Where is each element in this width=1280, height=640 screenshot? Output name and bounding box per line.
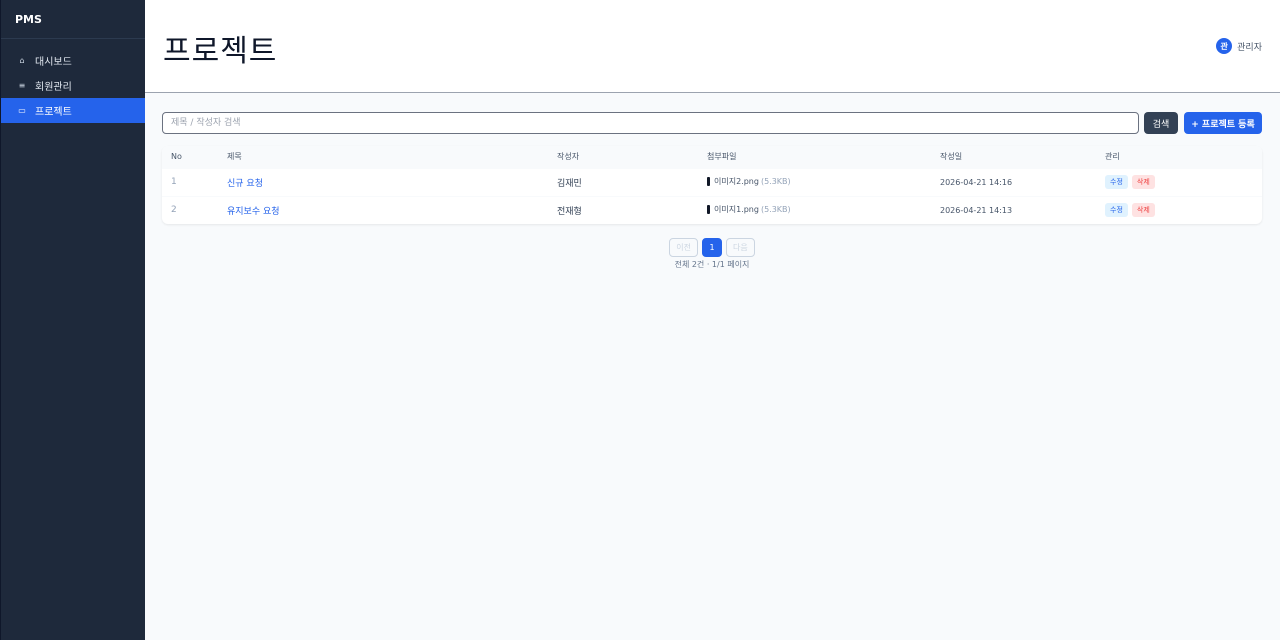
column-header-title: 제목 bbox=[218, 146, 548, 168]
next-page-button[interactable]: 다음 bbox=[726, 238, 755, 257]
edit-button[interactable]: 수정 bbox=[1105, 203, 1128, 218]
cell-no: 2 bbox=[162, 195, 218, 224]
cell-author: 김재민 bbox=[548, 167, 698, 196]
user-menu[interactable]: 관 관리자 bbox=[1216, 38, 1262, 54]
file-size: (5.3KB) bbox=[760, 204, 791, 214]
main-area: 프로젝트 관 관리자 검색 + 프로젝트 등록 No 제목 작성자 첨부파일 작… bbox=[145, 0, 1280, 640]
column-header-actions: 관리 bbox=[1096, 146, 1262, 168]
sidebar-item-label: 대시보드 bbox=[35, 57, 72, 68]
page-header: 프로젝트 관 관리자 bbox=[145, 0, 1280, 93]
folder-icon: ▭ bbox=[18, 106, 26, 115]
cell-date: 2026-04-21 14:13 bbox=[931, 195, 1096, 224]
add-project-button[interactable]: + 프로젝트 등록 bbox=[1184, 112, 1262, 134]
avatar[interactable]: 관 bbox=[1216, 38, 1233, 54]
users-icon: ≡ bbox=[18, 81, 26, 90]
table-header-row: No 제목 작성자 첨부파일 작성일 관리 bbox=[162, 146, 1262, 168]
cell-title: 유지보수 요청 bbox=[218, 195, 548, 224]
cell-attachment: 이미지1.png (5.3KB) bbox=[698, 195, 931, 224]
project-title-link[interactable]: 유지보수 요청 bbox=[227, 207, 280, 217]
page-number-button[interactable]: 1 bbox=[702, 238, 722, 257]
search-bar: 검색 + 프로젝트 등록 bbox=[162, 112, 1262, 134]
search-button[interactable]: 검색 bbox=[1144, 112, 1178, 134]
cell-attachment: 이미지2.png (5.3KB) bbox=[698, 167, 931, 196]
column-header-no: No bbox=[162, 146, 218, 168]
project-table-card: No 제목 작성자 첨부파일 작성일 관리 1 신규 요청 김재민 이미지2.p… bbox=[162, 146, 1262, 224]
prev-page-button[interactable]: 이전 bbox=[669, 238, 698, 257]
delete-button[interactable]: 삭제 bbox=[1131, 175, 1155, 189]
attachment-link[interactable]: 이미지2.png (5.3KB) bbox=[707, 176, 791, 187]
pagination-info: 전체 2건 · 1/1 페이지 bbox=[674, 260, 750, 269]
edit-button[interactable]: 수정 bbox=[1105, 175, 1128, 189]
sidebar-nav: ⌂ 대시보드 ≡ 회원관리 ▭ 프로젝트 bbox=[1, 48, 145, 123]
delete-button[interactable]: 삭제 bbox=[1131, 203, 1155, 218]
column-header-date: 작성일 bbox=[931, 146, 1096, 168]
sidebar-item-members[interactable]: ≡ 회원관리 bbox=[1, 73, 145, 98]
attachment-link[interactable]: 이미지1.png (5.3KB) bbox=[707, 204, 791, 215]
file-name: 이미지2.png bbox=[714, 176, 759, 186]
file-icon bbox=[707, 176, 710, 186]
cell-no: 1 bbox=[162, 167, 218, 196]
search-input[interactable] bbox=[162, 112, 1139, 134]
cell-actions: 수정 삭제 bbox=[1096, 167, 1262, 196]
content: 검색 + 프로젝트 등록 No 제목 작성자 첨부파일 작성일 관리 bbox=[162, 112, 1262, 270]
pagination: 이전 1 다음 bbox=[162, 238, 1262, 257]
sidebar-item-projects[interactable]: ▭ 프로젝트 bbox=[1, 98, 145, 123]
page-title: 프로젝트 bbox=[163, 34, 278, 69]
cell-title: 신규 요청 bbox=[218, 167, 548, 196]
column-header-author: 작성자 bbox=[548, 146, 698, 168]
project-title-link[interactable]: 신규 요청 bbox=[227, 179, 263, 189]
home-icon: ⌂ bbox=[19, 56, 25, 65]
cell-actions: 수정 삭제 bbox=[1096, 195, 1262, 224]
sidebar-item-label: 프로젝트 bbox=[35, 107, 72, 118]
table-row: 2 유지보수 요청 전재형 이미지1.png (5.3KB) 2026-04-2… bbox=[162, 195, 1262, 224]
column-header-attachment: 첨부파일 bbox=[698, 146, 931, 168]
sidebar-item-dashboard[interactable]: ⌂ 대시보드 bbox=[1, 48, 145, 73]
sidebar: PMS ⌂ 대시보드 ≡ 회원관리 ▭ 프로젝트 bbox=[0, 0, 145, 640]
file-name: 이미지1.png bbox=[714, 204, 759, 214]
user-name: 관리자 bbox=[1237, 42, 1262, 53]
project-table: No 제목 작성자 첨부파일 작성일 관리 1 신규 요청 김재민 이미지2.p… bbox=[162, 146, 1262, 224]
brand-logo[interactable]: PMS bbox=[1, 0, 145, 39]
table-row: 1 신규 요청 김재민 이미지2.png (5.3KB) 2026-04-21 … bbox=[162, 167, 1262, 196]
file-icon bbox=[707, 204, 710, 214]
cell-author: 전재형 bbox=[548, 195, 698, 224]
sidebar-item-label: 회원관리 bbox=[35, 82, 72, 93]
cell-date: 2026-04-21 14:16 bbox=[931, 167, 1096, 196]
file-size: (5.3KB) bbox=[760, 176, 791, 186]
